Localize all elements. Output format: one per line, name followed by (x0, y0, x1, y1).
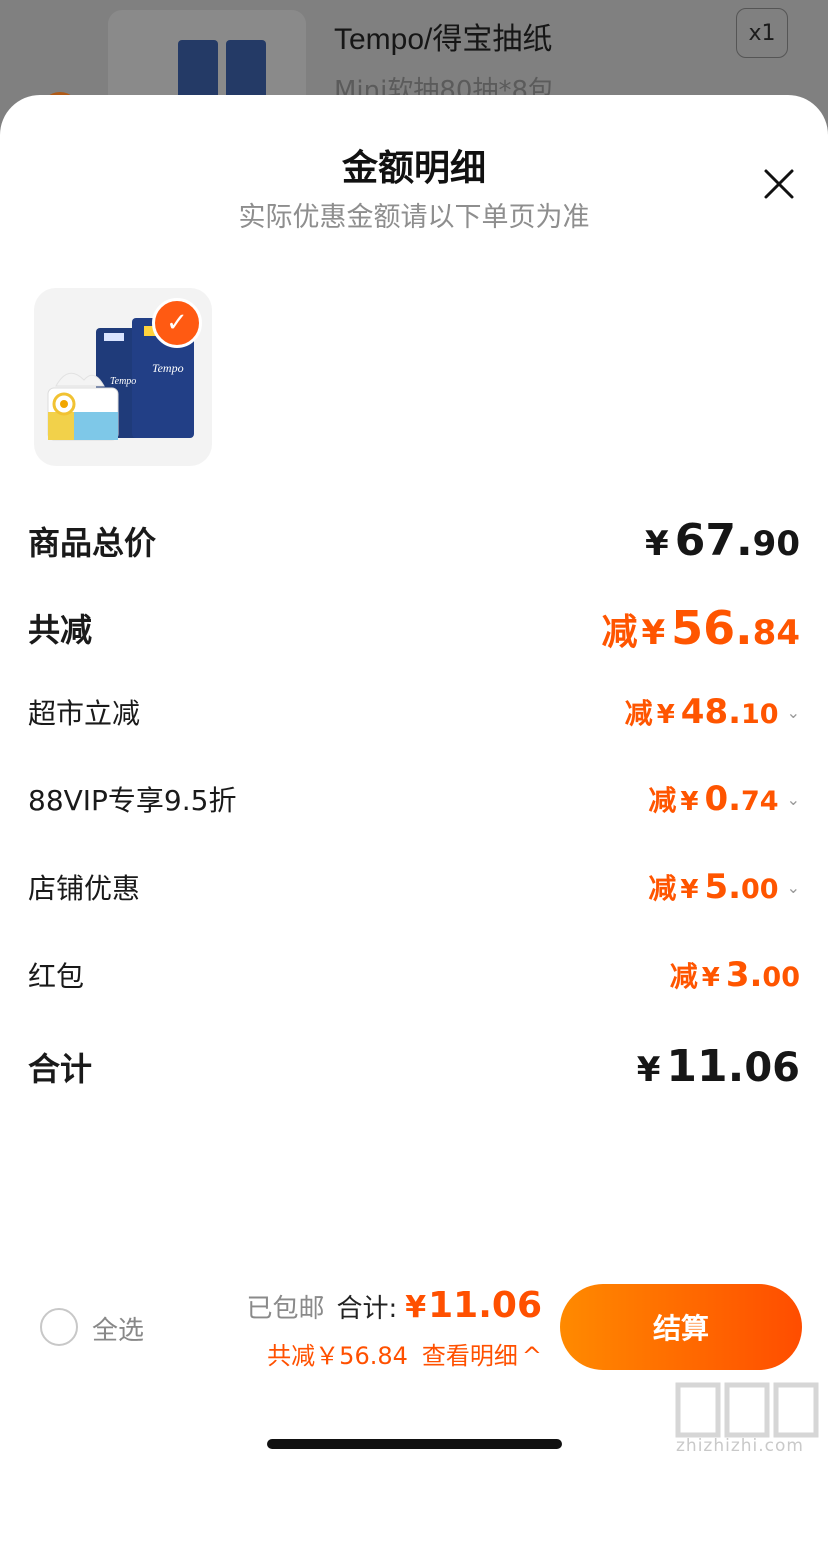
amount-integer: 11. (666, 1041, 745, 1092)
row-discount-88vip[interactable]: 88VIP专享9.5折 减 ¥ 0. 74 ⌄ (28, 779, 800, 819)
row-discount-supermarket[interactable]: 超市立减 减 ¥ 48. 10 ⌄ (28, 692, 800, 732)
amount-decimal: 10 (741, 699, 779, 730)
view-details-link[interactable]: 查看明细 (422, 1336, 518, 1371)
row-discount-red-packet: 红包 减 ¥ 3. 00 (28, 955, 800, 995)
bottom-discount-line[interactable]: 共减￥56.84 查看明细 ^ (267, 1336, 542, 1371)
close-icon[interactable] (760, 165, 798, 203)
chevron-down-icon[interactable]: ⌄ (787, 878, 800, 897)
discount-prefix: 减 (601, 612, 638, 653)
bottom-total-label: 合计: (336, 1294, 398, 1324)
sheet-title: 金额明细 (341, 148, 486, 189)
amount-integer: 0. (704, 779, 742, 819)
total-price-amount: ¥ 67. 90 (645, 515, 800, 566)
yen-symbol: ¥ (680, 875, 699, 905)
grand-total-label: 合计 (28, 1049, 93, 1088)
chevron-down-icon[interactable]: ⌄ (787, 790, 800, 809)
yen-symbol: ¥ (701, 963, 720, 993)
amount-integer: 5. (704, 867, 742, 907)
grand-total-amount: ¥ 11. 06 (637, 1041, 800, 1092)
discount-prefix: 减 (669, 960, 698, 993)
total-price-label: 商品总价 (28, 523, 157, 562)
home-indicator (267, 1439, 562, 1449)
select-all-radio[interactable] (40, 1308, 78, 1346)
free-shipping-label: 已包邮 (246, 1294, 325, 1324)
row-discount-store[interactable]: 店铺优惠 减 ¥ 5. 00 ⌄ (28, 867, 800, 907)
amount-decimal: 74 (741, 786, 779, 817)
yen-symbol: ¥ (636, 1050, 661, 1090)
yen-symbol: ¥ (645, 524, 669, 564)
amount-decimal: 90 (752, 524, 800, 564)
selected-check-icon[interactable]: ✓ (152, 298, 202, 348)
discount-amount: 减 ¥ 3. 00 (670, 955, 800, 995)
svg-text:Tempo: Tempo (110, 376, 136, 387)
discount-prefix: 减 (648, 872, 677, 905)
yen-symbol: ¥ (405, 1290, 427, 1325)
total-discount-label: 共减 (28, 611, 93, 649)
discount-label: 红包 (28, 960, 85, 993)
discount-label: 店铺优惠 (28, 872, 141, 905)
row-total-price: 商品总价 ¥ 67. 90 (28, 515, 800, 566)
bottom-total-value: ¥11.06 (405, 1285, 542, 1326)
amount-decimal: 00 (762, 962, 800, 993)
discount-prefix: 减 (648, 784, 677, 817)
svg-text:Tempo: Tempo (152, 361, 184, 375)
yen-symbol: ¥ (680, 787, 699, 817)
amount-decimal: 84 (752, 613, 800, 653)
discount-amount: 减 ¥ 5. 00 ⌄ (648, 867, 800, 907)
discount-label: 88VIP专享9.5折 (28, 784, 237, 817)
discount-label: 超市立减 (28, 697, 141, 730)
bottom-total-number: 11.06 (428, 1285, 542, 1326)
discount-prefix: 减 (624, 697, 653, 730)
select-all-label[interactable]: 全选 (92, 1310, 144, 1347)
bottom-discount-text: 共减￥56.84 (267, 1342, 408, 1370)
background-product-title: Tempo/得宝抽纸 (334, 23, 553, 56)
discount-amount: 减 ¥ 48. 10 ⌄ (625, 692, 800, 732)
chevron-up-icon[interactable]: ^ (522, 1342, 542, 1370)
checkout-button[interactable]: 结算 (560, 1284, 802, 1370)
amount-integer: 3. (725, 955, 763, 995)
amount-integer: 48. (680, 692, 742, 732)
row-total-discount: 共减 减 ¥ 56. 84 (28, 601, 800, 655)
chevron-down-icon[interactable]: ⌄ (787, 703, 800, 722)
amount-decimal: 06 (744, 1045, 800, 1091)
amount-integer: 67. (674, 515, 753, 566)
row-grand-total: 合计 ¥ 11. 06 (28, 1041, 800, 1092)
yen-symbol: ¥ (656, 700, 675, 730)
discount-amount: 减 ¥ 0. 74 ⌄ (648, 779, 800, 819)
sheet-subtitle: 实际优惠金额请以下单页为准 (238, 202, 590, 233)
yen-symbol: ¥ (641, 613, 666, 653)
watermark-text: zhizhizhi.com (676, 1436, 804, 1456)
amount-integer: 56. (671, 601, 753, 655)
bottom-total-line: 已包邮 合计: ¥11.06 (246, 1285, 542, 1326)
total-discount-amount: 减 ¥ 56. 84 (601, 601, 800, 655)
amount-decimal: 00 (741, 874, 779, 905)
background-quantity-badge: x1 (736, 8, 788, 58)
